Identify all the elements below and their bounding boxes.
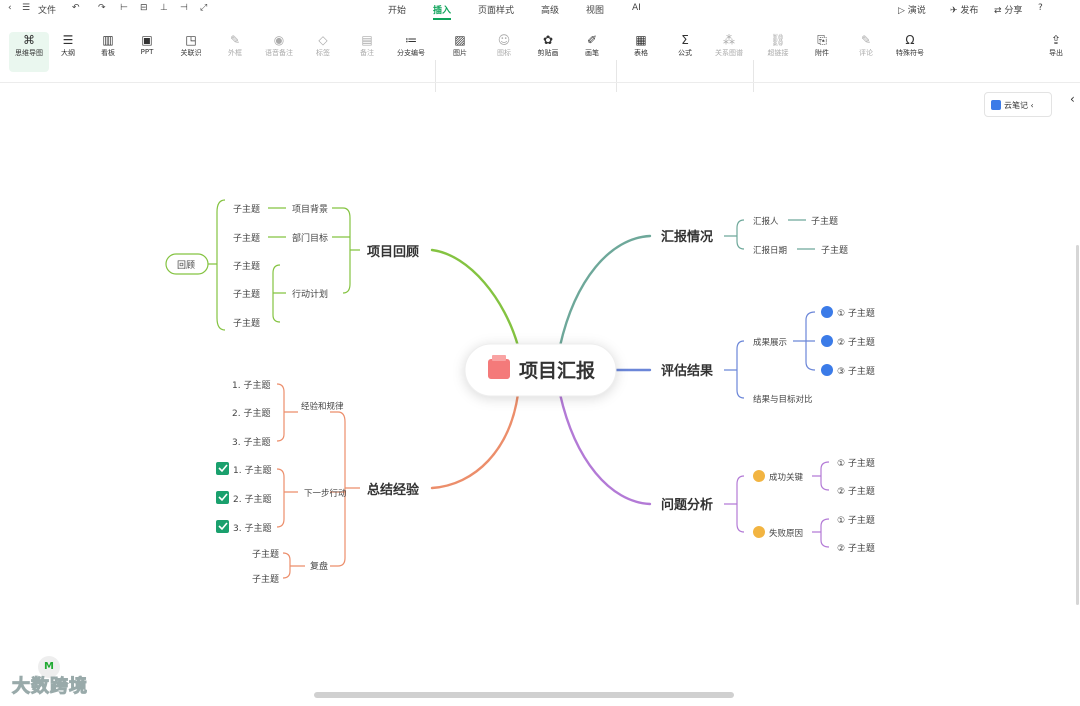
connector-review bbox=[430, 248, 520, 348]
leaf-topic[interactable]: 子主题 bbox=[821, 244, 848, 256]
sub-retrospective[interactable]: 复盘 bbox=[310, 560, 328, 572]
branch-title: 项目回顾 bbox=[367, 245, 419, 260]
sub-department-goal[interactable]: 部门目标 bbox=[292, 232, 328, 244]
priority-icon bbox=[821, 335, 833, 347]
leaf-topic[interactable]: 子主题 bbox=[811, 215, 838, 227]
leaf-topic[interactable]: ① 子主题 bbox=[837, 514, 875, 526]
sub-project-background[interactable]: 项目背景 bbox=[292, 203, 328, 215]
central-topic-label: 项目汇报 bbox=[519, 359, 595, 382]
leaf-topic[interactable]: 子主题 bbox=[233, 203, 260, 215]
priority-icon bbox=[821, 306, 833, 318]
bracket-review bbox=[342, 207, 360, 294]
priority-icon bbox=[821, 364, 833, 376]
branch-problem[interactable]: 问题分析 bbox=[661, 497, 713, 513]
bracket-next-step bbox=[276, 468, 298, 528]
sub-next-step[interactable]: 下一步行动 bbox=[304, 488, 347, 499]
sub-experience[interactable]: 经验和规律 bbox=[301, 401, 344, 412]
leaf-topic[interactable]: 3. 子主题 bbox=[233, 522, 271, 534]
sub-result-vs-goal[interactable]: 结果与目标对比 bbox=[753, 394, 813, 405]
project-icon bbox=[488, 359, 510, 379]
connector-problem bbox=[558, 392, 652, 506]
task-checkbox-3[interactable] bbox=[216, 520, 229, 533]
branch-title: 问题分析 bbox=[661, 497, 713, 513]
project-icon-tab bbox=[492, 355, 506, 361]
mindmap-canvas: 项目汇报 项目回顾 项目背景 部门目标 行动计划 子主题 子主题 子主题 子主题… bbox=[165, 199, 875, 585]
sub-action-plan[interactable]: 行动计划 bbox=[292, 288, 328, 300]
sub-report-date[interactable]: 汇报日期 bbox=[753, 245, 787, 256]
bracket-failure bbox=[812, 518, 830, 548]
sad-face-icon bbox=[753, 526, 765, 538]
review-summary-node[interactable]: 回顾 bbox=[165, 253, 209, 275]
leaf-topic[interactable]: 子主题 bbox=[233, 288, 260, 300]
sub-reporter[interactable]: 汇报人 bbox=[753, 216, 779, 227]
bracket-success bbox=[812, 461, 830, 491]
leaf-topic[interactable]: 子主题 bbox=[252, 573, 279, 585]
leaf-topic[interactable]: 子主题 bbox=[233, 317, 260, 329]
bracket-experience bbox=[276, 383, 298, 442]
connector-report bbox=[558, 234, 652, 348]
task-checkbox-2[interactable] bbox=[216, 491, 229, 504]
leaf-topic[interactable]: 2. 子主题 bbox=[232, 407, 270, 419]
branch-evaluation[interactable]: 评估结果 bbox=[661, 363, 713, 379]
branch-title: 评估结果 bbox=[661, 363, 713, 379]
link-review-sub bbox=[268, 207, 286, 238]
branch-review[interactable]: 项目回顾 bbox=[367, 245, 419, 260]
review-summary-label: 回顾 bbox=[177, 260, 195, 271]
happy-face-icon bbox=[753, 470, 765, 482]
leaf-topic[interactable]: 子主题 bbox=[233, 260, 260, 272]
leaf-topic[interactable]: ② 子主题 bbox=[837, 542, 875, 554]
sub-failure-reasons[interactable]: 失败原因 bbox=[769, 528, 803, 539]
link-review bbox=[332, 207, 350, 238]
branch-report[interactable]: 汇报情况 bbox=[661, 229, 713, 245]
leaf-topic[interactable]: ③ 子主题 bbox=[837, 365, 875, 377]
leaf-topic[interactable]: 2. 子主题 bbox=[233, 493, 271, 505]
leaf-topic[interactable]: ① 子主题 bbox=[837, 457, 875, 469]
bracket-report bbox=[724, 219, 745, 250]
bracket-problem bbox=[724, 475, 745, 533]
sub-success-keys[interactable]: 成功关键 bbox=[769, 472, 804, 483]
task-checkbox-1[interactable] bbox=[216, 462, 229, 475]
bracket-action bbox=[272, 264, 286, 323]
bracket-evaluation bbox=[724, 340, 745, 399]
branch-title: 汇报情况 bbox=[661, 229, 713, 245]
leaf-topic[interactable]: ② 子主题 bbox=[837, 485, 875, 497]
leaf-topic[interactable]: 3. 子主题 bbox=[232, 436, 270, 448]
branch-title: 总结经验 bbox=[367, 482, 420, 498]
central-topic[interactable]: 项目汇报 bbox=[464, 343, 617, 397]
branch-summary[interactable]: 总结经验 bbox=[367, 482, 420, 498]
bracket-left-outer bbox=[208, 199, 226, 331]
leaf-topic[interactable]: 1. 子主题 bbox=[232, 379, 270, 391]
sub-achievements[interactable]: 成果展示 bbox=[753, 337, 787, 348]
leaf-topic[interactable]: 1. 子主题 bbox=[233, 464, 271, 476]
leaf-topic[interactable]: 子主题 bbox=[233, 232, 260, 244]
watermark-text: 大数跨境 bbox=[12, 676, 88, 698]
leaf-topic[interactable]: 子主题 bbox=[252, 548, 279, 560]
leaf-topic[interactable]: ① 子主题 bbox=[837, 307, 875, 319]
bracket-achievements bbox=[793, 311, 816, 371]
connector-summary bbox=[430, 392, 520, 490]
bracket-retro bbox=[282, 552, 305, 579]
leaf-topic[interactable]: ② 子主题 bbox=[837, 336, 875, 348]
